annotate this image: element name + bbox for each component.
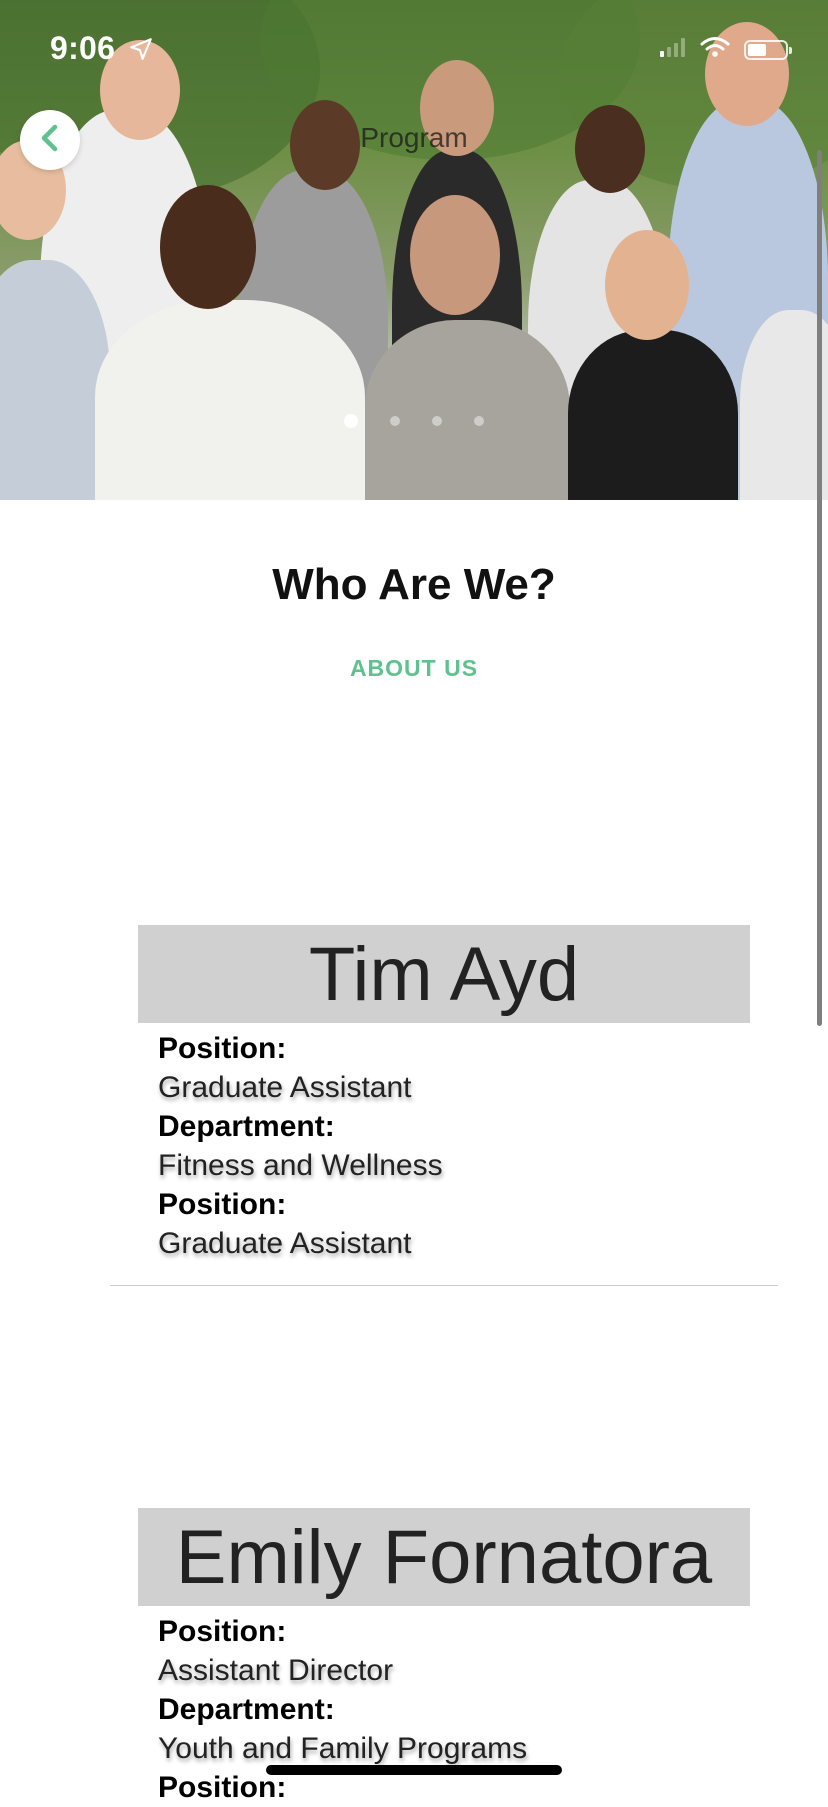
- person-head: [160, 185, 256, 309]
- home-indicator[interactable]: [266, 1765, 562, 1775]
- battery-level: [748, 43, 766, 56]
- position-label: Position:: [158, 1032, 287, 1065]
- page-heading: Who Are We?: [272, 560, 556, 609]
- about-us-label: ABOUT US: [349, 655, 479, 681]
- status-time: 9:06: [50, 30, 116, 66]
- position-value: Graduate Assistant: [158, 1227, 412, 1260]
- position-label: Position:: [158, 1615, 287, 1648]
- staff-details: Position: Assistant Director Department:…: [138, 1606, 750, 1807]
- staff-name: Emily Fornatora: [138, 1508, 750, 1606]
- cellular-signal-icon: [660, 37, 686, 62]
- nav-title: Program: [360, 122, 468, 153]
- staff-card: Emily Fornatora Position: Assistant Dire…: [138, 1508, 750, 1807]
- department-label: Department:: [158, 1693, 335, 1726]
- staff-card: Tim Ayd Position: Graduate Assistant Dep…: [138, 925, 750, 1263]
- person-shape: [0, 260, 110, 500]
- page-dot[interactable]: [390, 416, 400, 426]
- person-shape: [365, 320, 570, 500]
- battery-icon: [744, 39, 792, 60]
- person-head: [410, 195, 500, 315]
- person-shape: [740, 310, 828, 500]
- wifi-icon: [700, 36, 730, 63]
- position-value: Graduate Assistant: [158, 1071, 412, 1104]
- person-shape: [95, 300, 365, 500]
- department-value: Youth and Family Programs: [158, 1732, 528, 1765]
- page-dot[interactable]: [344, 414, 358, 428]
- status-indicators: [660, 36, 792, 63]
- divider: [110, 1285, 778, 1286]
- location-arrow-icon: [128, 36, 154, 67]
- page-dot[interactable]: [432, 416, 442, 426]
- page-dot[interactable]: [474, 416, 484, 426]
- person-head: [605, 230, 689, 340]
- status-bar: 9:06: [0, 0, 828, 96]
- department-label: Department:: [158, 1110, 335, 1143]
- scroll-indicator[interactable]: [817, 150, 822, 1026]
- department-value: Fitness and Wellness: [158, 1149, 443, 1182]
- person-shape: [568, 330, 738, 500]
- image-page-indicator[interactable]: [0, 414, 828, 428]
- staff-details: Position: Graduate Assistant Department:…: [138, 1023, 750, 1263]
- position-value: Assistant Director: [158, 1654, 394, 1687]
- position-label: Position:: [158, 1188, 287, 1221]
- staff-name: Tim Ayd: [138, 925, 750, 1023]
